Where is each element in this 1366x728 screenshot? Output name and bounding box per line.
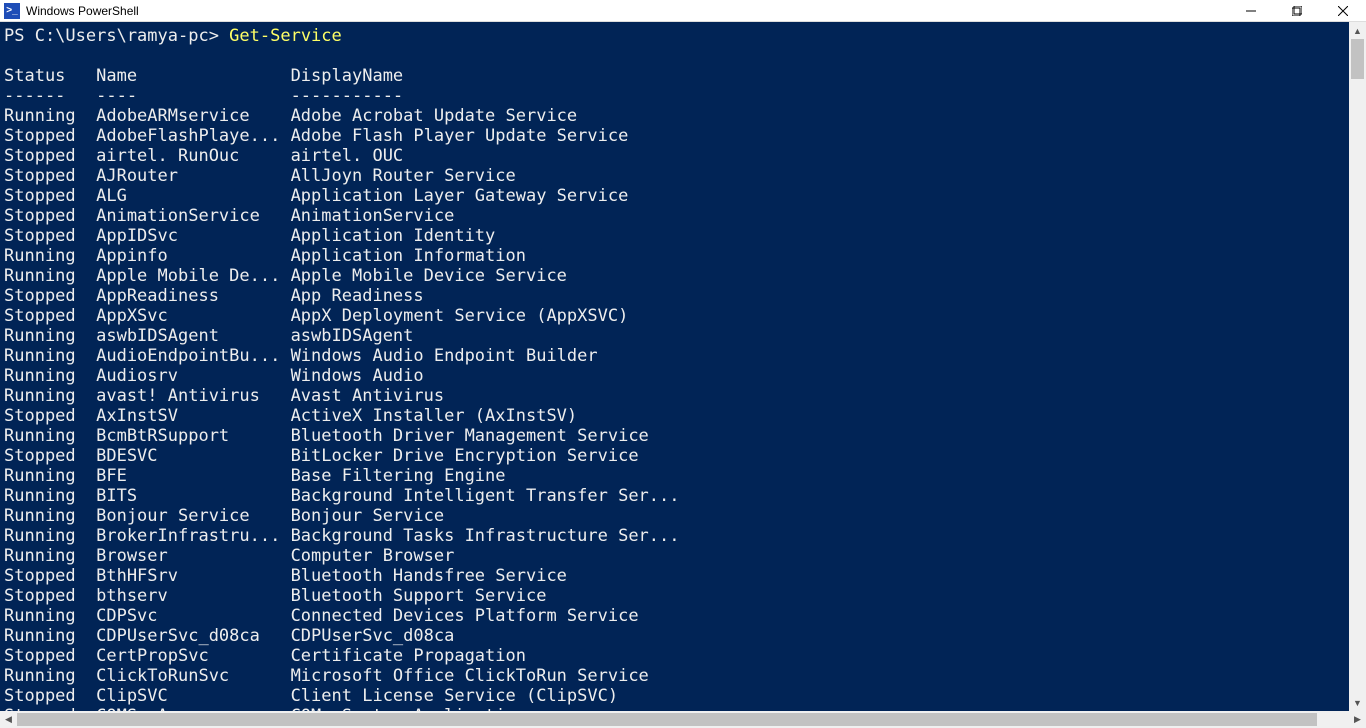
scroll-left-button[interactable]: ◀ — [0, 711, 17, 728]
scroll-down-button[interactable]: ▼ — [1349, 694, 1366, 711]
powershell-icon: >_ — [4, 3, 20, 19]
close-icon — [1338, 6, 1348, 16]
window-controls — [1228, 0, 1366, 22]
terminal-output[interactable]: PS C:\Users\ramya-pc> Get-Service Status… — [0, 22, 1349, 711]
vertical-scroll-thumb[interactable] — [1351, 39, 1364, 79]
maximize-button[interactable] — [1274, 0, 1320, 22]
close-button[interactable] — [1320, 0, 1366, 22]
maximize-icon — [1292, 6, 1302, 16]
minimize-icon — [1246, 6, 1256, 16]
vertical-scrollbar[interactable]: ▲ ▼ — [1349, 22, 1366, 711]
horizontal-scroll-thumb[interactable] — [17, 713, 1317, 726]
minimize-button[interactable] — [1228, 0, 1274, 22]
window-titlebar[interactable]: >_ Windows PowerShell — [0, 0, 1366, 22]
scroll-right-button[interactable]: ▶ — [1349, 711, 1366, 728]
window-title: Windows PowerShell — [26, 4, 139, 18]
scroll-up-button[interactable]: ▲ — [1349, 22, 1366, 39]
console-area: PS C:\Users\ramya-pc> Get-Service Status… — [0, 22, 1366, 728]
horizontal-scrollbar[interactable]: ◀ ▶ — [0, 711, 1366, 728]
